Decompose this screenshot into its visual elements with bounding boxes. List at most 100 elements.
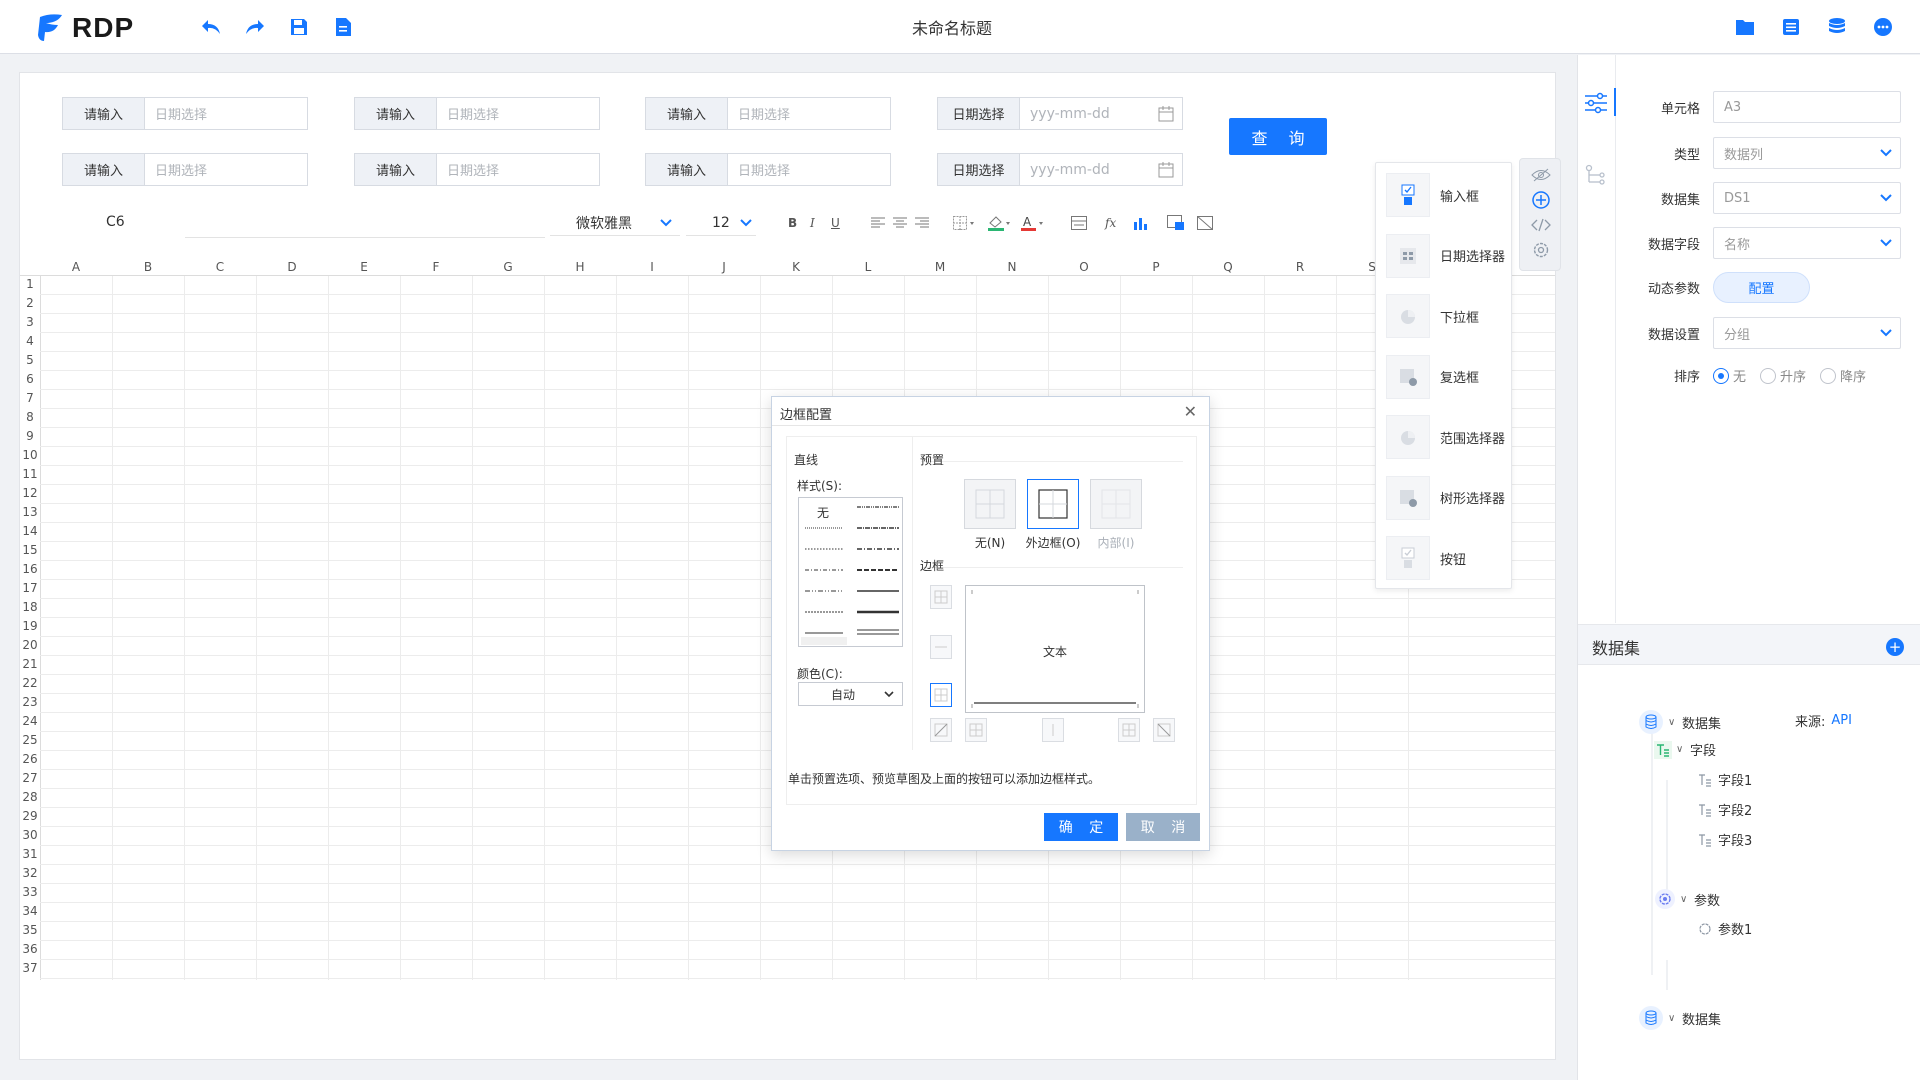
query-input-group[interactable]: 请输入 日期选择 bbox=[645, 153, 891, 186]
row-header[interactable]: 17 bbox=[20, 581, 40, 600]
query-button[interactable]: 查 询 bbox=[1229, 118, 1327, 155]
column-header[interactable]: N bbox=[976, 260, 1048, 275]
row-header[interactable]: 18 bbox=[20, 600, 40, 619]
row-header[interactable]: 26 bbox=[20, 752, 40, 771]
row-header[interactable]: 7 bbox=[20, 391, 40, 410]
column-header[interactable]: G bbox=[472, 260, 544, 275]
line-style-list[interactable]: 无 bbox=[798, 497, 903, 647]
column-header[interactable]: M bbox=[904, 260, 976, 275]
row-header[interactable]: 30 bbox=[20, 828, 40, 847]
preset-outer-button[interactable] bbox=[1027, 479, 1079, 529]
column-header[interactable]: D bbox=[256, 260, 328, 275]
row-header[interactable]: 33 bbox=[20, 885, 40, 904]
query-date-input[interactable]: 日期选择 bbox=[145, 154, 307, 185]
query-date-picker[interactable]: yyy-mm-dd bbox=[1020, 154, 1182, 185]
cancel-button[interactable]: 取 消 bbox=[1126, 813, 1200, 841]
row-header[interactable]: 22 bbox=[20, 676, 40, 695]
column-header[interactable]: A bbox=[40, 260, 112, 275]
border-middle-button[interactable] bbox=[930, 635, 952, 659]
sort-radio-desc[interactable]: 降序 bbox=[1820, 366, 1866, 385]
row-header[interactable]: 34 bbox=[20, 904, 40, 923]
align-right-icon[interactable] bbox=[915, 214, 929, 232]
border-left-button[interactable] bbox=[965, 718, 987, 742]
row-header[interactable]: 1 bbox=[20, 277, 40, 296]
row-header[interactable]: 29 bbox=[20, 809, 40, 828]
palette-item[interactable]: 下拉框 bbox=[1386, 294, 1479, 338]
row-header[interactable]: 14 bbox=[20, 524, 40, 543]
query-date-group[interactable]: 日期选择 yyy-mm-dd bbox=[937, 97, 1183, 130]
column-header[interactable]: Q bbox=[1192, 260, 1264, 275]
more-icon[interactable] bbox=[1870, 14, 1896, 40]
cell-input[interactable]: A3 bbox=[1713, 91, 1901, 123]
row-header[interactable]: 10 bbox=[20, 448, 40, 467]
tree-field-item[interactable]: 字段3 bbox=[1698, 830, 1752, 849]
merge-cells-icon[interactable] bbox=[1071, 214, 1087, 232]
underline-button[interactable]: U bbox=[831, 214, 840, 232]
row-header[interactable]: 16 bbox=[20, 562, 40, 581]
border-preview[interactable]: 文本 bbox=[965, 585, 1145, 713]
font-color-icon[interactable]: A bbox=[1020, 214, 1044, 232]
row-header[interactable]: 9 bbox=[20, 429, 40, 448]
tree-dataset-node[interactable]: ∨ 数据集 bbox=[1638, 1005, 1721, 1031]
query-date-picker[interactable]: yyy-mm-dd bbox=[1020, 98, 1182, 129]
column-header[interactable]: O bbox=[1048, 260, 1120, 275]
query-date-input[interactable]: 日期选择 bbox=[145, 98, 307, 129]
border-diagonal-up-button[interactable] bbox=[930, 718, 952, 742]
hierarchy-icon[interactable] bbox=[1582, 161, 1610, 189]
image-icon[interactable] bbox=[1167, 214, 1185, 232]
border-right-button[interactable] bbox=[1118, 718, 1140, 742]
tree-dataset-root[interactable]: ∨ 数据集 bbox=[1638, 709, 1721, 735]
list-icon[interactable] bbox=[1778, 14, 1804, 40]
chart-icon[interactable] bbox=[1133, 214, 1149, 232]
row-header[interactable]: 13 bbox=[20, 505, 40, 524]
row-header[interactable]: 19 bbox=[20, 619, 40, 638]
formula-input[interactable] bbox=[185, 237, 545, 238]
font-family-select[interactable]: 微软雅黑 bbox=[550, 210, 680, 236]
query-input-group[interactable]: 请输入 日期选择 bbox=[354, 97, 600, 130]
row-header[interactable]: 2 bbox=[20, 296, 40, 315]
row-header[interactable]: 8 bbox=[20, 410, 40, 429]
row-header[interactable]: 6 bbox=[20, 372, 40, 391]
row-header[interactable]: 20 bbox=[20, 638, 40, 657]
query-date-input[interactable]: 日期选择 bbox=[728, 154, 890, 185]
row-header[interactable]: 25 bbox=[20, 733, 40, 752]
field-select[interactable]: 名称 bbox=[1713, 227, 1901, 259]
type-select[interactable]: 数据列 bbox=[1713, 137, 1901, 169]
query-input-group[interactable]: 请输入 日期选择 bbox=[354, 153, 600, 186]
query-date-input[interactable]: 日期选择 bbox=[437, 154, 599, 185]
query-date-group[interactable]: 日期选择 yyy-mm-dd bbox=[937, 153, 1183, 186]
add-circle-icon[interactable] bbox=[1531, 190, 1551, 210]
align-center-icon[interactable] bbox=[893, 214, 907, 232]
column-header[interactable]: C bbox=[184, 260, 256, 275]
tree-params-node[interactable]: ∨ 参数 bbox=[1654, 888, 1720, 910]
row-header[interactable]: 5 bbox=[20, 353, 40, 372]
row-header[interactable]: 32 bbox=[20, 866, 40, 885]
folder-icon[interactable] bbox=[1732, 14, 1758, 40]
column-header[interactable]: L bbox=[832, 260, 904, 275]
row-header[interactable]: 4 bbox=[20, 334, 40, 353]
query-date-input[interactable]: 日期选择 bbox=[437, 98, 599, 129]
row-header[interactable]: 24 bbox=[20, 714, 40, 733]
column-header[interactable]: I bbox=[616, 260, 688, 275]
column-header[interactable]: B bbox=[112, 260, 184, 275]
sort-radio-asc[interactable]: 升序 bbox=[1760, 366, 1806, 385]
palette-item[interactable]: 树形选择器 bbox=[1386, 475, 1505, 520]
tree-field-item[interactable]: 字段2 bbox=[1698, 800, 1752, 819]
code-icon[interactable] bbox=[1531, 215, 1551, 235]
tree-param-item[interactable]: 参数1 bbox=[1698, 919, 1752, 938]
row-header[interactable]: 11 bbox=[20, 467, 40, 486]
tree-field-item[interactable]: 字段1 bbox=[1698, 770, 1752, 789]
settings-sliders-icon[interactable] bbox=[1582, 89, 1610, 117]
query-input-group[interactable]: 请输入 日期选择 bbox=[62, 153, 308, 186]
color-select[interactable]: 自动 bbox=[798, 682, 903, 706]
palette-item[interactable]: 输入框 bbox=[1386, 173, 1479, 217]
line-style-samples[interactable] bbox=[799, 498, 904, 648]
row-header[interactable]: 21 bbox=[20, 657, 40, 676]
gear-icon[interactable] bbox=[1531, 240, 1551, 260]
border-icon[interactable] bbox=[953, 214, 975, 232]
column-header[interactable]: P bbox=[1120, 260, 1192, 275]
query-input-group[interactable]: 请输入 日期选择 bbox=[645, 97, 891, 130]
italic-button[interactable]: I bbox=[810, 214, 815, 232]
document-title[interactable]: 未命名标题 bbox=[0, 15, 1904, 39]
align-left-icon[interactable] bbox=[871, 214, 885, 232]
